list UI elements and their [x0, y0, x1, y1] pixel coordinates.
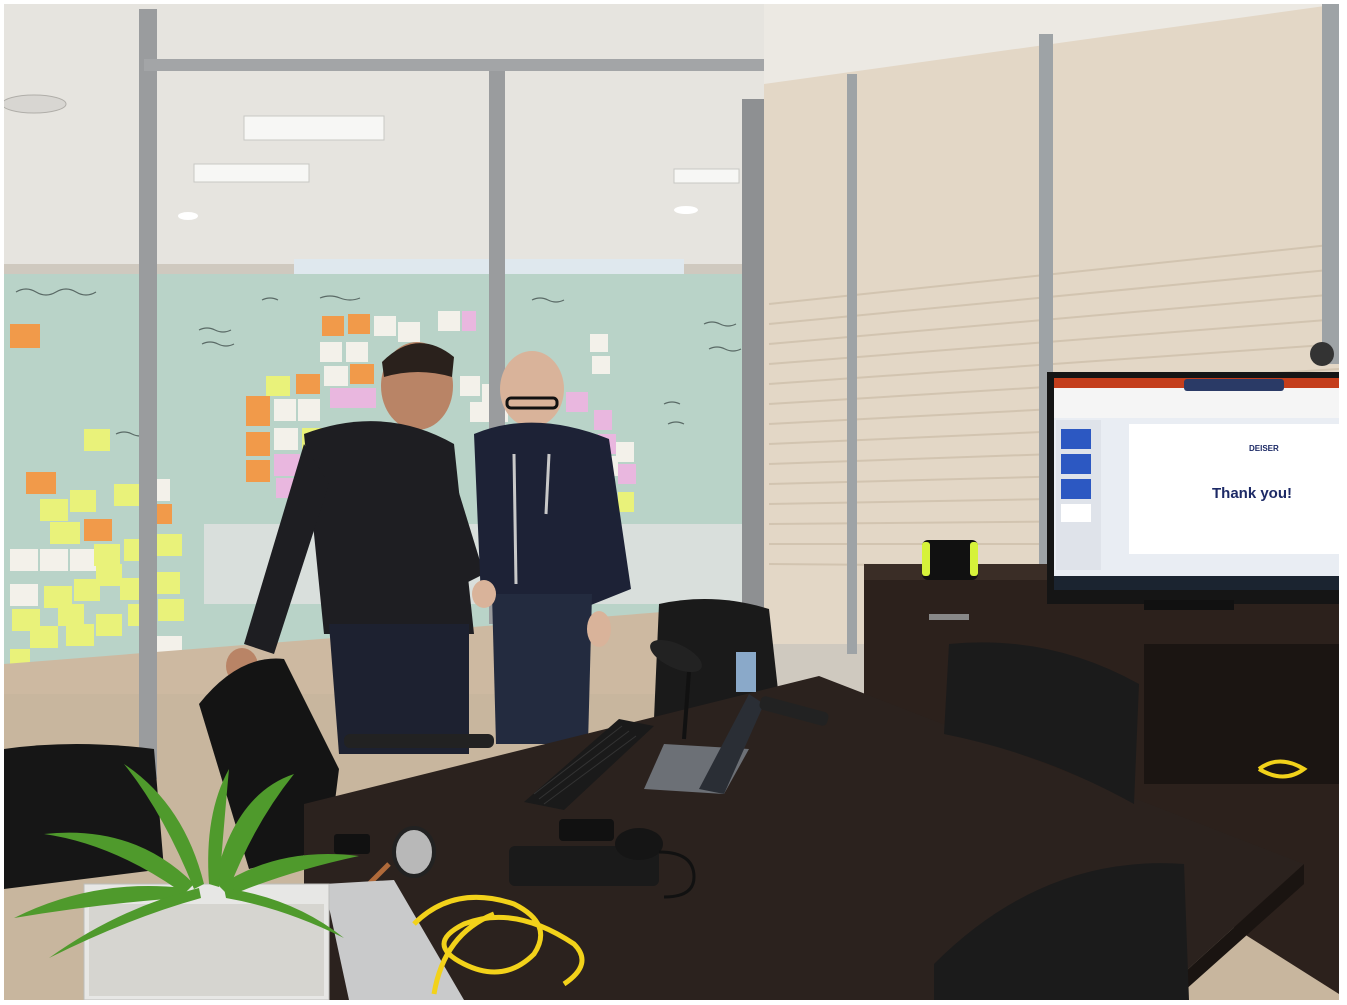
glass-frame — [139, 9, 157, 779]
webcam-icon — [1310, 342, 1334, 366]
mouse-icon — [392, 826, 436, 878]
phone-handset — [615, 828, 663, 860]
smartphone — [334, 834, 370, 854]
ceiling-light — [243, 115, 385, 141]
glass-frame — [742, 99, 764, 639]
ppt-toolbar — [1054, 388, 1339, 418]
chair-armrest — [344, 734, 494, 748]
ppt-thumbnail — [1061, 454, 1091, 474]
slide-logo: DEISER — [1249, 444, 1279, 453]
scene-svg — [4, 4, 1339, 1000]
office-meeting-room-photo: DEISER Thank you! — [4, 4, 1339, 1000]
ceiling-light — [193, 163, 310, 183]
ppt-thumbnail — [1061, 504, 1091, 522]
usb-hub — [559, 819, 614, 841]
slide-heading: Thank you! — [1212, 485, 1293, 502]
ppt-teams-bar — [1184, 379, 1284, 391]
drawer-handle — [929, 614, 969, 620]
glass-frame-top — [144, 59, 764, 71]
chair-left-front — [4, 744, 164, 889]
ppt-thumbnail — [1061, 429, 1091, 449]
controller-dock — [922, 540, 978, 580]
small-box — [736, 652, 756, 692]
wall-seam — [1322, 4, 1339, 364]
ppt-thumbnail — [1061, 479, 1091, 499]
sideboard-compartment — [1144, 644, 1339, 784]
ceiling-spotlight — [674, 206, 698, 214]
wall-seam — [847, 74, 857, 654]
joycon-left-icon — [922, 542, 930, 576]
ceiling-spotlight — [178, 212, 198, 220]
tv-stand — [1144, 600, 1234, 610]
joycon-right-icon — [970, 542, 978, 576]
windows-taskbar — [1054, 576, 1339, 590]
ceiling-vent — [4, 94, 67, 114]
ceiling-light — [673, 168, 740, 184]
